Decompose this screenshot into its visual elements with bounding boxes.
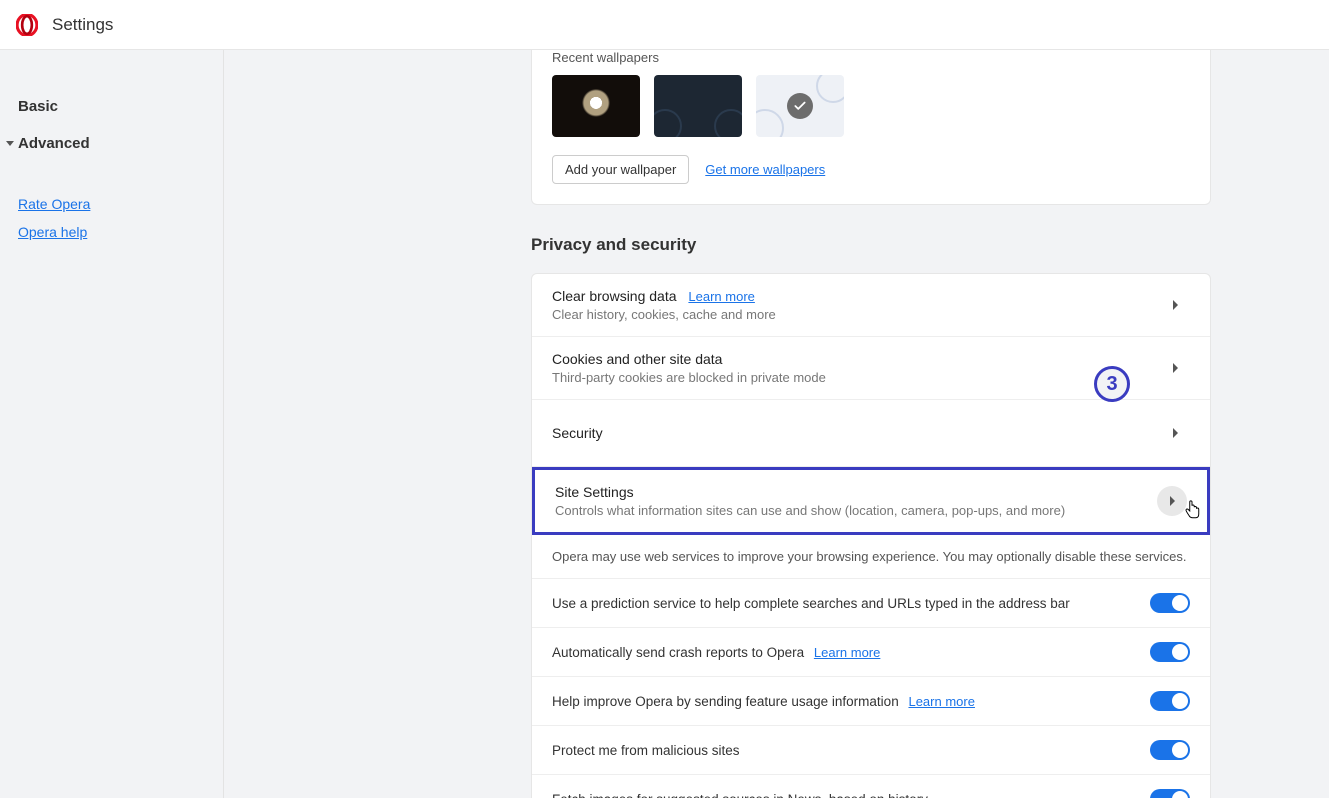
page-title: Settings	[52, 15, 113, 35]
row-title: Clear browsing data	[552, 288, 677, 304]
row-title: Cookies and other site data	[552, 351, 1140, 367]
row-title: Site Settings	[555, 484, 1137, 500]
crash-toggle[interactable]	[1150, 642, 1190, 662]
news-toggle-row: Fetch images for suggested sources in Ne…	[532, 775, 1210, 798]
learn-more-link[interactable]: Learn more	[814, 645, 880, 660]
wallpapers-card: Recent wallpapers Add your wallpaper Get…	[531, 50, 1211, 205]
usage-toggle[interactable]	[1150, 691, 1190, 711]
chevron-right-icon	[1160, 353, 1190, 383]
wallpaper-thumb-1[interactable]	[552, 75, 640, 137]
site-settings-row[interactable]: Site Settings Controls what information …	[532, 467, 1210, 535]
wallpaper-thumb-2[interactable]	[654, 75, 742, 137]
sidebar-links: Rate Opera Opera help	[18, 190, 223, 246]
rate-opera-link[interactable]: Rate Opera	[18, 190, 223, 218]
get-more-wallpapers-link[interactable]: Get more wallpapers	[705, 162, 825, 177]
sidebar-item-basic[interactable]: Basic	[18, 90, 223, 123]
opera-help-link[interactable]: Opera help	[18, 218, 223, 246]
toggle-label: Fetch images for suggested sources in Ne…	[552, 792, 928, 798]
crash-toggle-row: Automatically send crash reports to Oper…	[532, 628, 1210, 677]
prediction-toggle[interactable]	[1150, 593, 1190, 613]
privacy-list: Clear browsing data Learn more Clear his…	[531, 273, 1211, 798]
chevron-right-icon	[1160, 290, 1190, 320]
toggle-label: Protect me from malicious sites	[552, 743, 740, 758]
chevron-right-icon	[1157, 486, 1187, 516]
body: Basic Advanced Rate Opera Opera help Rec…	[0, 50, 1329, 798]
main-content: Recent wallpapers Add your wallpaper Get…	[224, 50, 1329, 798]
privacy-section-title: Privacy and security	[531, 235, 1211, 255]
toggle-label: Help improve Opera by sending feature us…	[552, 694, 899, 709]
app-header: Settings	[0, 0, 1329, 50]
annotation-step-3: 3	[1094, 366, 1130, 402]
wallpaper-thumbnails	[552, 75, 1190, 137]
row-subtitle: Controls what information sites can use …	[555, 503, 1137, 518]
toggle-label: Use a prediction service to help complet…	[552, 596, 1070, 611]
toggle-label: Automatically send crash reports to Oper…	[552, 645, 804, 660]
protect-toggle[interactable]	[1150, 740, 1190, 760]
learn-more-link[interactable]: Learn more	[688, 289, 754, 304]
protect-toggle-row: Protect me from malicious sites	[532, 726, 1210, 775]
row-subtitle: Third-party cookies are blocked in priva…	[552, 370, 1140, 385]
chevron-down-icon	[6, 141, 14, 146]
clear-browsing-data-row[interactable]: Clear browsing data Learn more Clear his…	[532, 274, 1210, 337]
row-title: Security	[552, 425, 1140, 441]
check-icon	[787, 93, 813, 119]
security-row[interactable]: Security 3	[532, 400, 1210, 467]
sidebar-item-advanced[interactable]: Advanced	[6, 123, 223, 160]
sidebar-item-label: Advanced	[18, 135, 90, 152]
row-subtitle: Clear history, cookies, cache and more	[552, 307, 1140, 322]
add-wallpaper-button[interactable]: Add your wallpaper	[552, 155, 689, 184]
usage-toggle-row: Help improve Opera by sending feature us…	[532, 677, 1210, 726]
sidebar: Basic Advanced Rate Opera Opera help	[0, 50, 224, 798]
news-toggle[interactable]	[1150, 789, 1190, 798]
web-services-info: Opera may use web services to improve yo…	[532, 535, 1210, 579]
wallpaper-thumb-3-selected[interactable]	[756, 75, 844, 137]
opera-logo-icon	[16, 14, 38, 36]
wallpaper-actions: Add your wallpaper Get more wallpapers	[552, 155, 1190, 184]
recent-wallpapers-label: Recent wallpapers	[552, 50, 1190, 65]
learn-more-link[interactable]: Learn more	[908, 694, 974, 709]
chevron-right-icon	[1160, 418, 1190, 448]
prediction-toggle-row: Use a prediction service to help complet…	[532, 579, 1210, 628]
